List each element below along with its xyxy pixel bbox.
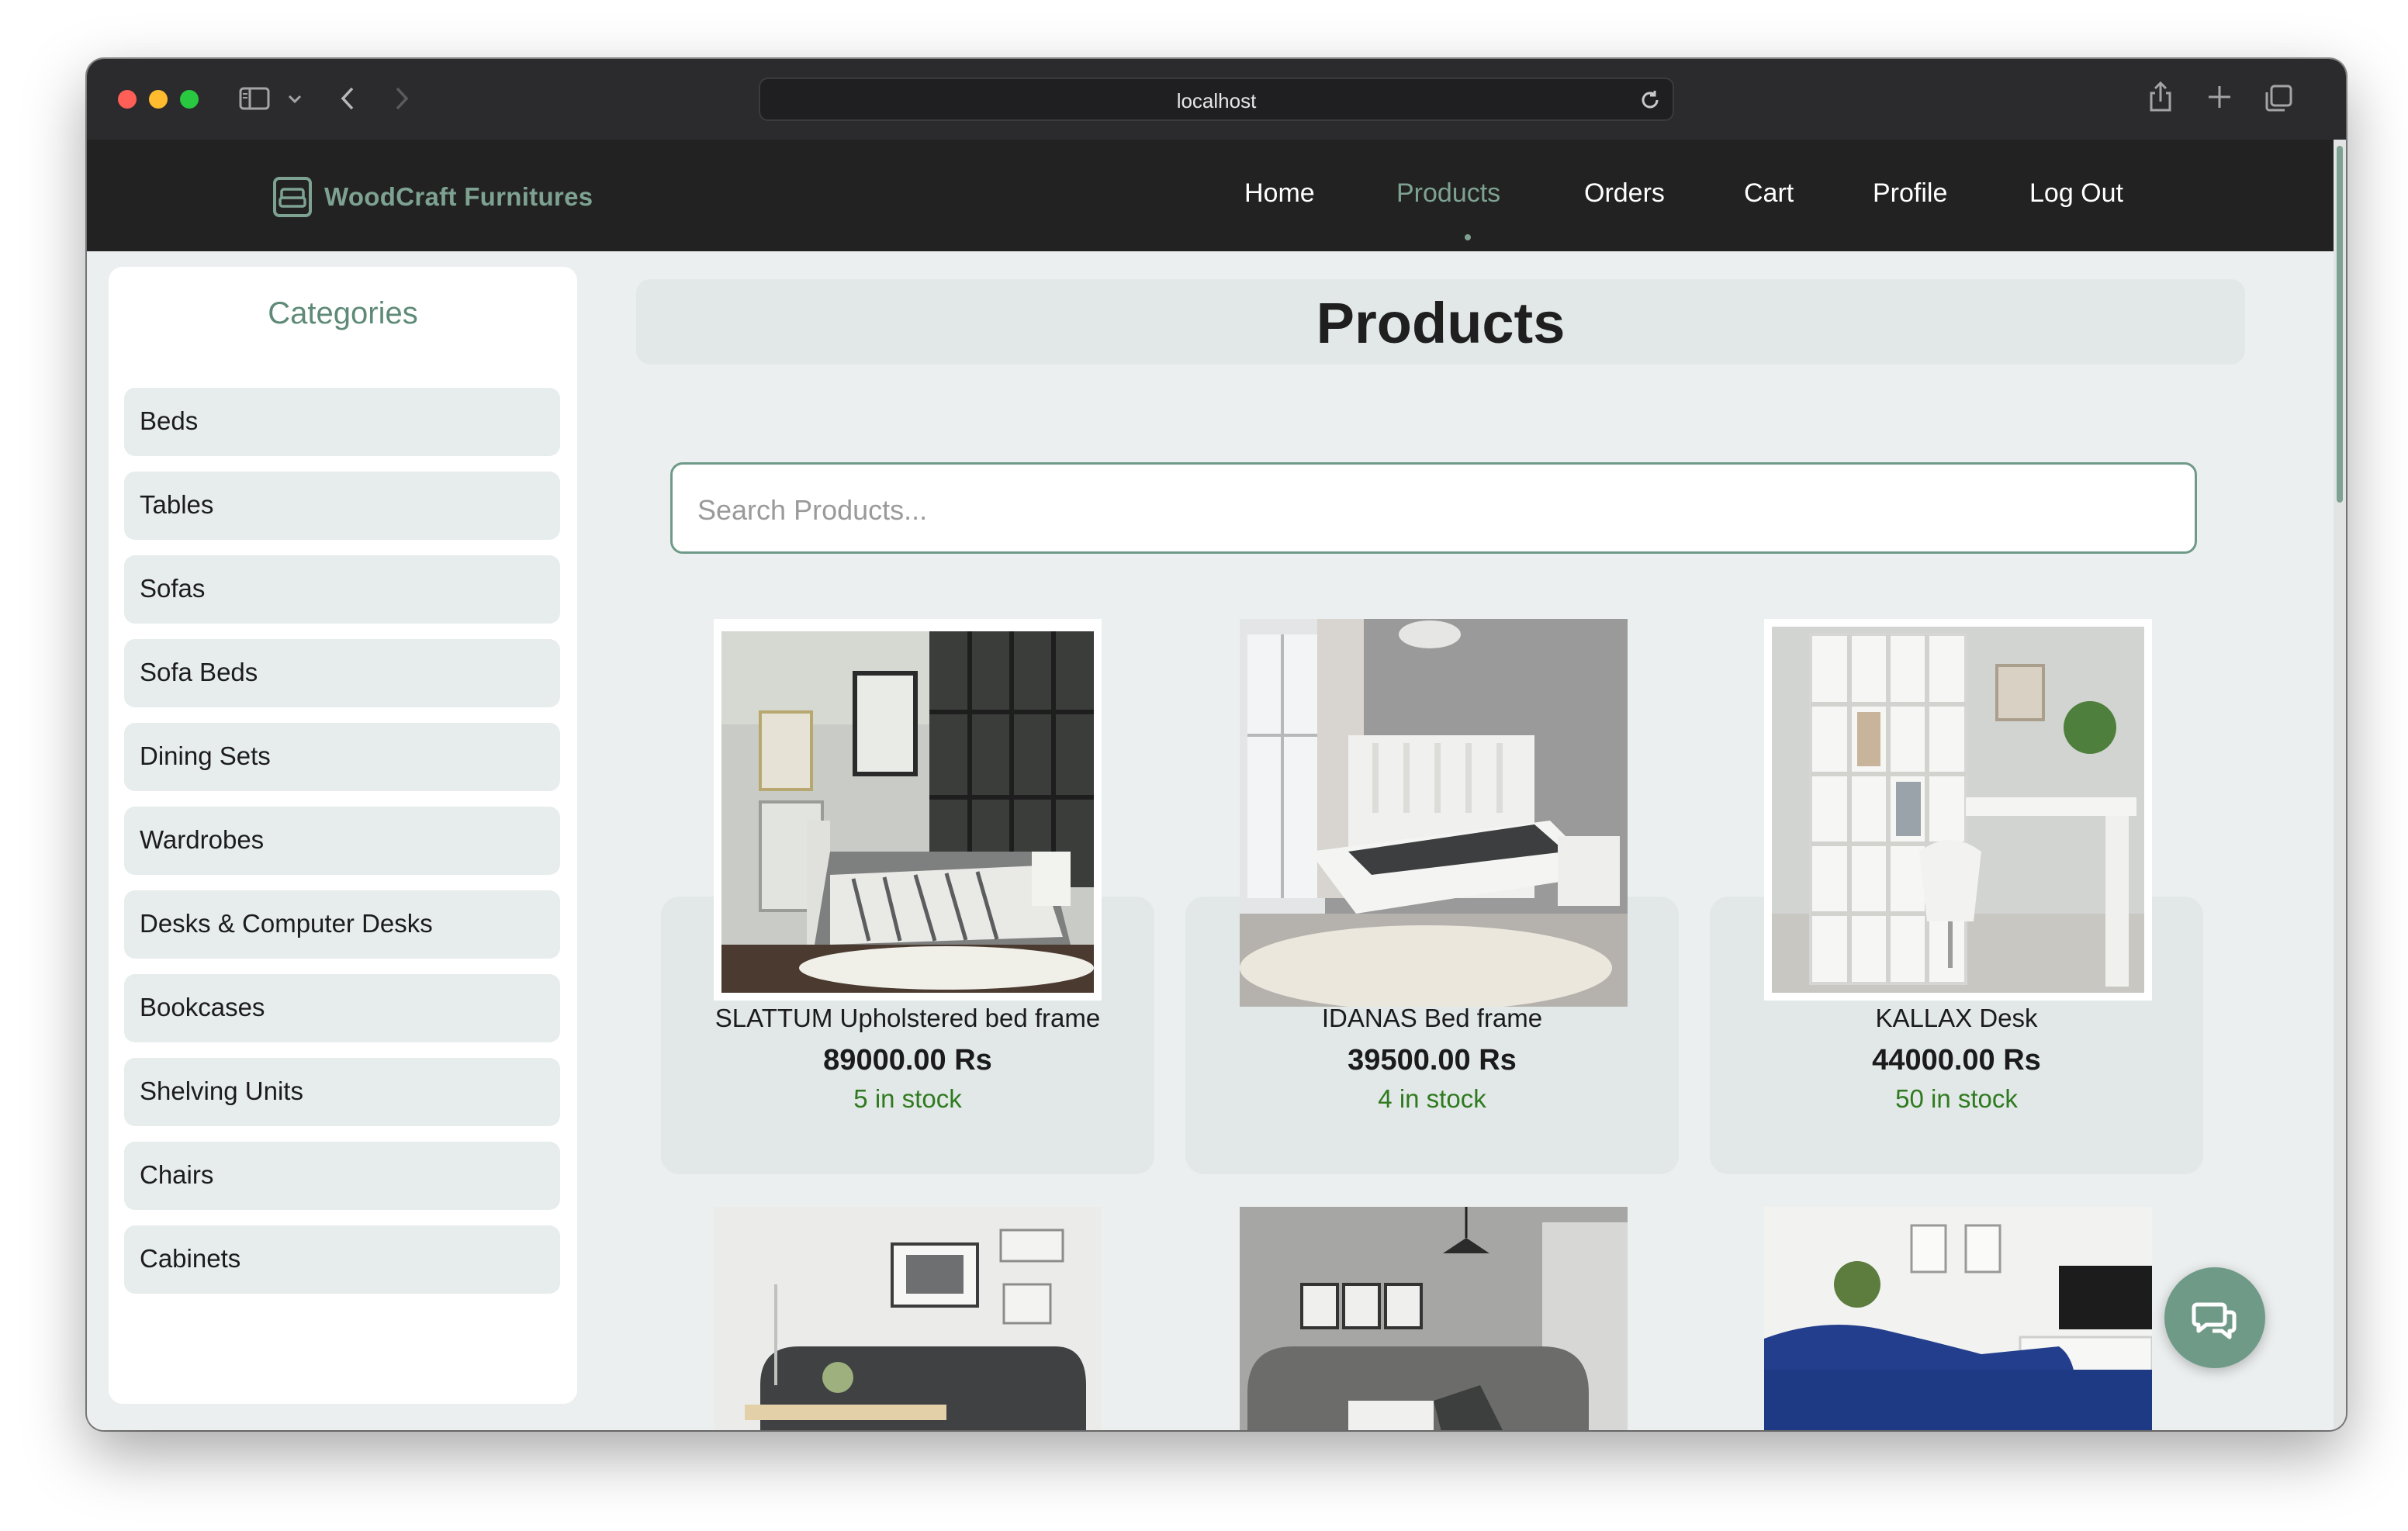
- browser-window: localhost WoodCraft Furnitures Home Prod…: [87, 59, 2346, 1430]
- categories-title: Categories: [268, 296, 418, 330]
- zoom-window-button[interactable]: [180, 90, 199, 109]
- product-image[interactable]: [1240, 1207, 1628, 1430]
- page-title-box: Products: [636, 279, 2245, 365]
- brand-name: WoodCraft Furnitures: [324, 182, 593, 211]
- category-wardrobes[interactable]: Wardrobes: [124, 807, 560, 875]
- close-window-button[interactable]: [118, 90, 137, 109]
- category-label: Bookcases: [140, 993, 265, 1021]
- site-navbar: WoodCraft Furnitures Home Products Order…: [87, 140, 2346, 251]
- sofa-logo-icon: [273, 177, 312, 217]
- product-stock: 5 in stock: [853, 1084, 962, 1113]
- category-sofa-beds[interactable]: Sofa Beds: [124, 639, 560, 707]
- product-price: 44000.00 Rs: [1872, 1044, 2041, 1077]
- active-indicator-dot: [1465, 234, 1471, 240]
- category-label: Dining Sets: [140, 741, 271, 770]
- category-label: Desks & Computer Desks: [140, 909, 433, 938]
- category-label: Shelving Units: [140, 1077, 303, 1105]
- forward-icon[interactable]: [393, 85, 411, 115]
- category-desks[interactable]: Desks & Computer Desks: [124, 890, 560, 959]
- category-label: Tables: [140, 490, 214, 519]
- nav-cart-link[interactable]: Cart: [1744, 178, 1794, 209]
- page-content: Categories Beds Tables Sofas Sofa Beds D…: [87, 251, 2334, 1430]
- product-price: 39500.00 Rs: [1348, 1044, 1517, 1077]
- category-beds[interactable]: Beds: [124, 388, 560, 456]
- address-bar[interactable]: localhost: [759, 78, 1674, 121]
- nav-orders-link[interactable]: Orders: [1584, 178, 1665, 209]
- page-title: Products: [1316, 291, 1566, 355]
- category-tables[interactable]: Tables: [124, 472, 560, 540]
- reload-icon[interactable]: [1638, 88, 1662, 115]
- category-label: Sofas: [140, 574, 206, 603]
- product-name: SLATTUM Upholstered bed frame: [714, 1004, 1101, 1032]
- product-stock: 50 in stock: [1895, 1084, 2018, 1113]
- minimize-window-button[interactable]: [149, 90, 168, 109]
- category-label: Wardrobes: [140, 825, 265, 854]
- category-sofas[interactable]: Sofas: [124, 555, 560, 624]
- product-image[interactable]: [1764, 1207, 2152, 1430]
- search-input[interactable]: [696, 488, 2173, 533]
- nav-home-link[interactable]: Home: [1244, 178, 1315, 209]
- browser-toolbar: localhost: [87, 59, 2346, 141]
- chat-icon: [2192, 1302, 2237, 1339]
- scrollbar-thumb[interactable]: [2337, 146, 2343, 503]
- category-chairs[interactable]: Chairs: [124, 1142, 560, 1210]
- product-name: IDANAS Bed frame: [1321, 1004, 1543, 1032]
- category-label: Sofa Beds: [140, 658, 258, 686]
- product-image[interactable]: [1240, 619, 1628, 1007]
- product-image[interactable]: [714, 619, 1102, 1001]
- category-cabinets[interactable]: Cabinets: [124, 1225, 560, 1294]
- url-text: localhost: [1176, 89, 1257, 112]
- search-box: [670, 462, 2197, 554]
- category-bookcases[interactable]: Bookcases: [124, 974, 560, 1042]
- categories-sidebar: Categories Beds Tables Sofas Sofa Beds D…: [109, 267, 577, 1404]
- product-image[interactable]: [1764, 619, 2152, 1001]
- new-tab-icon[interactable]: [2206, 84, 2233, 113]
- share-icon[interactable]: [2147, 81, 2174, 116]
- category-label: Beds: [140, 406, 199, 435]
- category-shelving-units[interactable]: Shelving Units: [124, 1058, 560, 1126]
- product-image[interactable]: [714, 1207, 1102, 1430]
- product-stock: 4 in stock: [1378, 1084, 1486, 1113]
- brand-logo-link[interactable]: WoodCraft Furnitures: [273, 177, 593, 217]
- sidebar-toggle-icon[interactable]: [239, 85, 270, 115]
- chat-button[interactable]: [2164, 1267, 2265, 1368]
- nav-logout-link[interactable]: Log Out: [2029, 178, 2123, 209]
- back-icon[interactable]: [338, 85, 357, 115]
- tabs-overview-icon[interactable]: [2264, 84, 2293, 116]
- category-label: Cabinets: [140, 1244, 241, 1273]
- category-dining-sets[interactable]: Dining Sets: [124, 723, 560, 791]
- chevron-down-icon[interactable]: [287, 93, 303, 108]
- product-price: 89000.00 Rs: [823, 1044, 992, 1077]
- product-name: KALLAX Desk: [1875, 1004, 2038, 1032]
- nav-products-link[interactable]: Products: [1396, 178, 1500, 209]
- nav-profile-link[interactable]: Profile: [1873, 178, 1947, 209]
- category-label: Chairs: [140, 1160, 214, 1189]
